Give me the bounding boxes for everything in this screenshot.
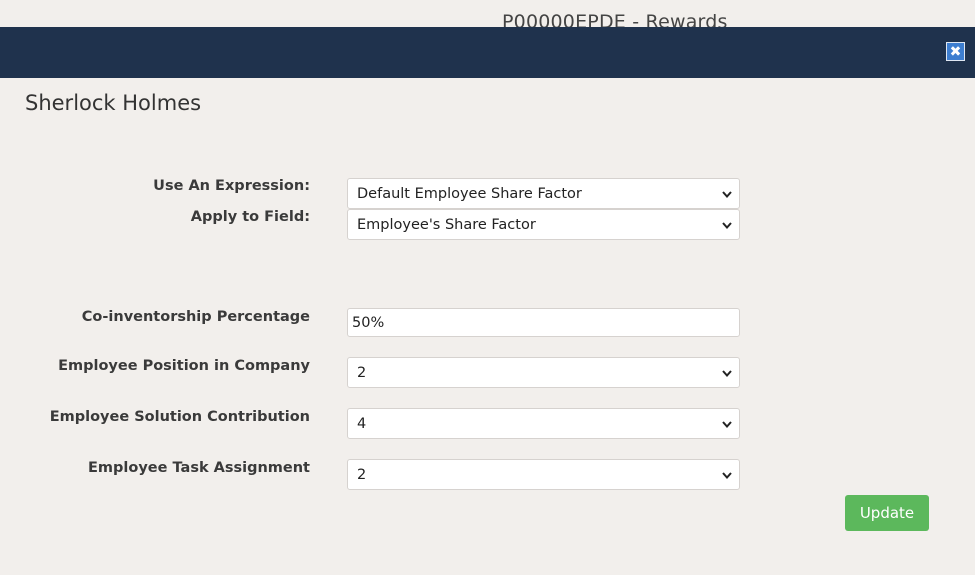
position-select-value: 2 xyxy=(357,364,367,381)
update-button[interactable]: Update xyxy=(845,495,929,531)
position-label: Employee Position in Company xyxy=(58,358,310,374)
close-icon[interactable]: ✖ xyxy=(946,42,965,61)
chevron-down-icon xyxy=(722,420,732,428)
person-name-heading: Sherlock Holmes xyxy=(25,91,202,115)
background-page-strip: P00000EPDE - Rewards xyxy=(0,0,975,33)
modal-header: ✖ xyxy=(0,27,975,78)
solution-contribution-label: Employee Solution Contribution xyxy=(49,409,310,425)
apply-to-field-label: Apply to Field: xyxy=(190,209,310,225)
expression-select[interactable]: Default Employee Share Factor xyxy=(347,178,740,209)
co-inventorship-input-value: 50% xyxy=(352,314,385,331)
apply-to-field-select-value: Employee's Share Factor xyxy=(357,216,536,233)
task-assignment-select[interactable]: 2 xyxy=(347,459,740,490)
chevron-down-icon xyxy=(722,190,732,198)
task-assignment-label: Employee Task Assignment xyxy=(88,460,310,476)
chevron-down-icon xyxy=(722,369,732,377)
co-inventorship-label: Co-inventorship Percentage xyxy=(81,309,310,325)
expression-label: Use An Expression: xyxy=(153,178,310,194)
solution-contribution-select[interactable]: 4 xyxy=(347,408,740,439)
chevron-down-icon xyxy=(722,471,732,479)
apply-to-field-select[interactable]: Employee's Share Factor xyxy=(347,209,740,240)
co-inventorship-input[interactable]: 50% xyxy=(347,308,740,337)
chevron-down-icon xyxy=(722,221,732,229)
position-select[interactable]: 2 xyxy=(347,357,740,388)
solution-contribution-select-value: 4 xyxy=(357,415,367,432)
expression-select-value: Default Employee Share Factor xyxy=(357,185,582,202)
task-assignment-select-value: 2 xyxy=(357,466,367,483)
